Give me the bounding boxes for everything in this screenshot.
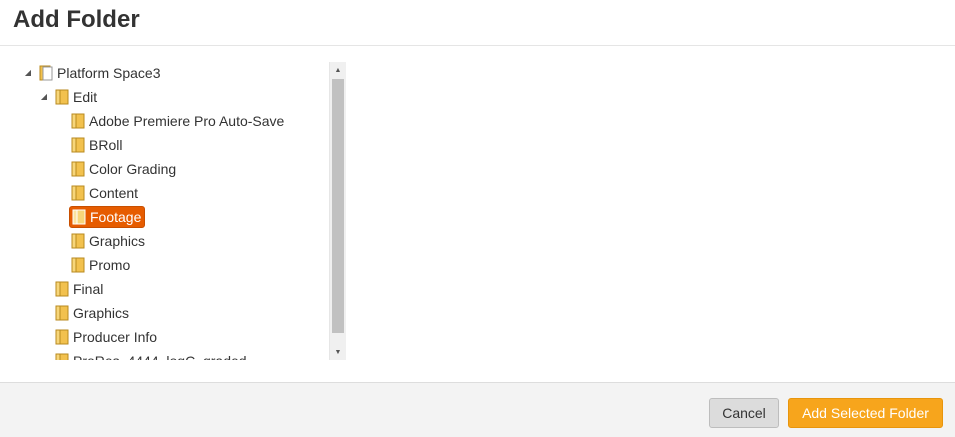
folder-icon bbox=[55, 329, 69, 345]
drive-folder-icon bbox=[39, 65, 53, 81]
tree-item-label: Graphics bbox=[89, 233, 146, 249]
tree-item-platform-space3[interactable]: ◢ Platform Space3 bbox=[22, 62, 164, 84]
folder-icon bbox=[55, 353, 69, 360]
folder-icon bbox=[55, 305, 69, 321]
tree-node[interactable]: Graphics bbox=[53, 302, 132, 324]
folder-icon bbox=[72, 209, 86, 225]
tree-node[interactable]: ProRes_4444_logC_graded bbox=[53, 350, 250, 360]
dialog-footer: Cancel Add Selected Folder bbox=[0, 382, 955, 437]
tree-node[interactable]: Edit bbox=[53, 86, 100, 108]
tree-item-label: ProRes_4444_logC_graded bbox=[73, 350, 247, 360]
tree-item-adobe-premiere-pro-auto-save[interactable]: Adobe Premiere Pro Auto-Save bbox=[69, 110, 287, 132]
tree-item-label: Final bbox=[73, 281, 104, 297]
collapse-toggle-icon[interactable]: ◢ bbox=[22, 62, 34, 84]
tree-node[interactable]: Promo bbox=[69, 254, 133, 276]
folder-icon bbox=[55, 89, 69, 105]
tree-node[interactable]: BRoll bbox=[69, 134, 125, 156]
tree-item-footage[interactable]: Footage bbox=[69, 206, 146, 228]
tree-node[interactable]: Final bbox=[53, 278, 106, 300]
tree-node[interactable]: Graphics bbox=[69, 230, 148, 252]
tree-node[interactable]: Platform Space3 bbox=[37, 62, 164, 84]
tree-item-graphics-root[interactable]: Graphics bbox=[53, 302, 132, 324]
folder-icon bbox=[71, 137, 85, 153]
tree-item-content[interactable]: Content bbox=[69, 182, 141, 204]
tree-scrollbar[interactable]: ▲ ▼ bbox=[329, 62, 346, 360]
add-selected-folder-button[interactable]: Add Selected Folder bbox=[788, 398, 943, 428]
dialog-title: Add Folder bbox=[13, 6, 140, 33]
folder-icon bbox=[71, 233, 85, 249]
collapse-toggle-icon[interactable]: ◢ bbox=[38, 86, 50, 108]
tree-item-label: Color Grading bbox=[89, 161, 177, 177]
folder-icon bbox=[71, 161, 85, 177]
tree-node-selected[interactable]: Footage bbox=[69, 206, 146, 228]
tree-item-label: BRoll bbox=[89, 137, 123, 153]
scroll-down-arrow-icon[interactable]: ▼ bbox=[330, 344, 346, 360]
tree-item-graphics[interactable]: Graphics bbox=[69, 230, 148, 252]
tree-item-label: Graphics bbox=[73, 305, 130, 321]
tree-item-prores-4444-logc-graded[interactable]: ProRes_4444_logC_graded bbox=[53, 350, 250, 360]
tree-item-label: Platform Space3 bbox=[57, 65, 161, 81]
dialog-header: Add Folder bbox=[0, 0, 955, 46]
tree-item-edit[interactable]: ◢ Edit bbox=[38, 86, 100, 108]
tree-node[interactable]: Adobe Premiere Pro Auto-Save bbox=[69, 110, 287, 132]
tree-item-color-grading[interactable]: Color Grading bbox=[69, 158, 179, 180]
folder-icon bbox=[71, 113, 85, 129]
scroll-up-arrow-icon[interactable]: ▲ bbox=[330, 62, 346, 78]
tree-item-label: Content bbox=[89, 185, 139, 201]
tree-node[interactable]: Color Grading bbox=[69, 158, 179, 180]
folder-icon bbox=[71, 257, 85, 273]
tree-item-label: Producer Info bbox=[73, 329, 158, 345]
folder-icon bbox=[71, 185, 85, 201]
folder-tree: ◢ Platform Space3 ◢ Edit Adobe Premiere bbox=[14, 62, 346, 360]
tree-item-label: Edit bbox=[73, 89, 98, 105]
tree-item-producer-info[interactable]: Producer Info bbox=[53, 326, 160, 348]
tree-item-promo[interactable]: Promo bbox=[69, 254, 133, 276]
tree-node[interactable]: Content bbox=[69, 182, 141, 204]
tree-node[interactable]: Producer Info bbox=[53, 326, 160, 348]
tree-item-final[interactable]: Final bbox=[53, 278, 106, 300]
tree-item-broll[interactable]: BRoll bbox=[69, 134, 125, 156]
folder-icon bbox=[55, 281, 69, 297]
tree-item-label: Adobe Premiere Pro Auto-Save bbox=[89, 113, 285, 129]
tree-item-label: Footage bbox=[90, 209, 142, 225]
cancel-button[interactable]: Cancel bbox=[709, 398, 779, 428]
tree-item-label: Promo bbox=[89, 257, 131, 273]
scrollbar-thumb[interactable] bbox=[332, 79, 344, 333]
